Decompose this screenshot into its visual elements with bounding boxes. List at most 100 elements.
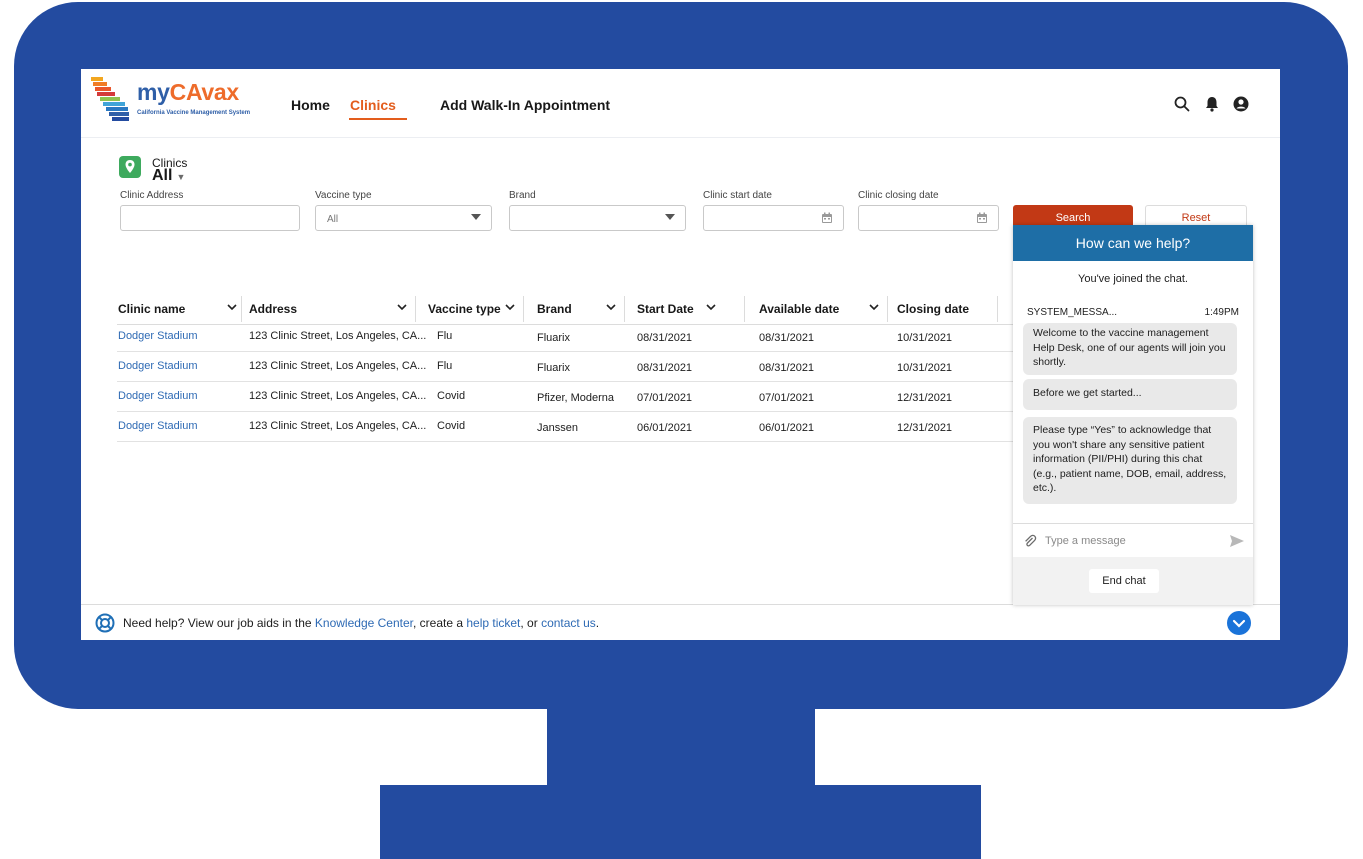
closing-date-cell: 12/31/2021 [897, 392, 953, 404]
message-time: 1:49PM [1204, 307, 1239, 318]
help-mid-text: , create a [412, 616, 467, 630]
nav-active-indicator [349, 118, 407, 120]
chat-message-bubble: Welcome to the vaccine management Help D… [1023, 323, 1237, 375]
address-cell: 123 Clinic Street, Los Angeles, CA... [249, 420, 427, 432]
chat-composer: Type a message [1013, 523, 1253, 558]
column-header-brand[interactable]: Brand [537, 294, 572, 324]
clinic-name-link[interactable]: Dodger Stadium [118, 360, 198, 372]
nav-add-walk-in-appointment[interactable]: Add Walk-In Appointment [440, 97, 610, 113]
list-view-label: All [152, 167, 173, 184]
chevron-down-icon[interactable] [226, 301, 238, 313]
contact-us-link[interactable]: contact us [541, 616, 596, 630]
clinic-name-link[interactable]: Dodger Stadium [118, 330, 198, 342]
brand-prefix: my [137, 79, 170, 105]
app-brand-title[interactable]: myCAvax [137, 79, 239, 106]
chat-message-input[interactable]: Type a message [1045, 535, 1126, 547]
column-header-available-date[interactable]: Available date [759, 294, 839, 324]
chat-messages[interactable]: You've joined the chat. SYSTEM_MESSA... … [1013, 261, 1253, 523]
chat-header-title: How can we help? [1013, 225, 1253, 261]
column-header-vaccine-type[interactable]: Vaccine type [428, 294, 501, 324]
top-navigation: myCAvax California Vaccine Management Sy… [81, 69, 1280, 138]
knowledge-center-link[interactable]: Knowledge Center [315, 616, 413, 630]
monitor-neck [547, 707, 815, 785]
vaccine-type-cell: Flu [437, 360, 453, 372]
calendar-icon[interactable] [821, 212, 833, 224]
column-divider [887, 296, 888, 322]
vaccine-type-value: All [327, 214, 339, 225]
help-mid-text: , or [520, 616, 542, 630]
monitor-stand [380, 785, 981, 859]
address-cell: 123 Clinic Street, Los Angeles, CA... [249, 330, 427, 342]
chevron-down-icon[interactable] [705, 301, 717, 313]
vaccine-type-label: Vaccine type [315, 190, 372, 201]
row-divider [117, 411, 1047, 412]
lifebuoy-icon [95, 613, 115, 633]
chevron-down-icon[interactable] [605, 301, 617, 313]
closing-date-cell: 10/31/2021 [897, 362, 953, 374]
brand-cell: Fluarix [537, 332, 571, 344]
clinic-address-input[interactable] [120, 205, 300, 231]
help-message: Need help? View our job aids in the Know… [123, 616, 599, 630]
send-icon[interactable] [1229, 534, 1245, 548]
clinic-start-date-input[interactable] [703, 205, 844, 231]
app-brand-subtitle: California Vaccine Management System [137, 110, 251, 116]
bell-icon[interactable] [1203, 95, 1221, 113]
column-divider [624, 296, 625, 322]
chat-footer: End chat [1013, 557, 1253, 605]
chevron-down-icon[interactable] [396, 301, 408, 313]
list-view-selector[interactable]: All ▼ [152, 167, 185, 185]
brand-cell: Pfizer, Moderna [537, 392, 615, 404]
brand-select[interactable] [509, 205, 686, 231]
row-divider [117, 441, 1047, 442]
column-divider [744, 296, 745, 322]
clinic-name-link[interactable]: Dodger Stadium [118, 420, 198, 432]
clinic-name-link[interactable]: Dodger Stadium [118, 390, 198, 402]
end-chat-button[interactable]: End chat [1089, 569, 1159, 593]
help-footer-bar: Need help? View our job aids in the Know… [81, 604, 1280, 640]
brand-accent: CAvax [169, 79, 240, 105]
column-header-clinic-name[interactable]: Clinic name [118, 294, 185, 324]
vaccine-type-cell: Covid [437, 420, 466, 432]
calendar-icon[interactable] [976, 212, 988, 224]
help-suffix: . [595, 616, 600, 630]
vaccine-type-select[interactable]: All [315, 205, 492, 231]
column-header-start-date[interactable]: Start Date [637, 294, 694, 324]
column-header-closing-date[interactable]: Closing date [897, 294, 969, 324]
column-divider [523, 296, 524, 322]
row-divider [117, 381, 1047, 382]
available-date-cell: 06/01/2021 [759, 422, 815, 434]
app-screen: myCAvax California Vaccine Management Sy… [81, 69, 1280, 640]
column-divider [241, 296, 242, 322]
paperclip-icon[interactable] [1023, 534, 1037, 548]
table-header-border [117, 324, 1047, 325]
nav-clinics[interactable]: Clinics [350, 97, 396, 113]
chevron-down-icon[interactable] [868, 301, 880, 313]
address-cell: 123 Clinic Street, Los Angeles, CA... [249, 390, 427, 402]
clinic-closing-date-label: Clinic closing date [858, 190, 939, 201]
nav-home[interactable]: Home [291, 97, 330, 113]
clinic-closing-date-input[interactable] [858, 205, 999, 231]
search-icon[interactable] [1173, 95, 1191, 113]
brand-cell: Fluarix [537, 362, 571, 374]
closing-date-cell: 12/31/2021 [897, 422, 953, 434]
help-prefix: Need help? View our job aids in the [123, 616, 315, 630]
chat-panel: How can we help? You've joined the chat.… [1013, 225, 1253, 605]
available-date-cell: 08/31/2021 [759, 362, 815, 374]
user-icon[interactable] [1232, 95, 1250, 113]
clinic-start-date-label: Clinic start date [703, 190, 772, 201]
address-cell: 123 Clinic Street, Los Angeles, CA... [249, 360, 427, 372]
collapse-help-button[interactable] [1227, 611, 1251, 635]
help-ticket-link[interactable]: help ticket [466, 616, 520, 630]
start-date-cell: 08/31/2021 [637, 332, 693, 344]
dropdown-arrow-icon [471, 214, 481, 220]
chevron-down-icon[interactable] [504, 301, 516, 313]
column-divider [997, 296, 998, 322]
closing-date-cell: 10/31/2021 [897, 332, 953, 344]
vaccine-type-cell: Flu [437, 330, 453, 342]
clinic-address-label: Clinic Address [120, 190, 184, 201]
chat-message-bubble: Before we get started... [1023, 379, 1237, 410]
column-header-address[interactable]: Address [249, 294, 297, 324]
brand-cell: Janssen [537, 422, 578, 434]
start-date-cell: 06/01/2021 [637, 422, 693, 434]
chat-message-bubble: Please type “Yes” to acknowledge that yo… [1023, 417, 1237, 504]
